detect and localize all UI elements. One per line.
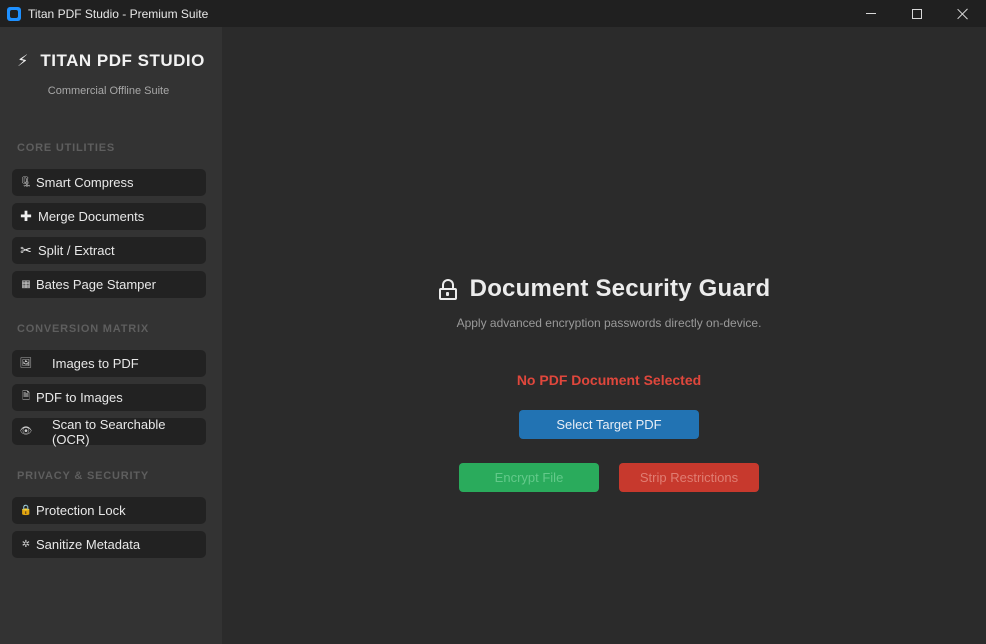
- plus-icon: ✚: [20, 208, 32, 224]
- compress-icon: 🗜: [19, 177, 33, 188]
- brand: ⚡ TITAN PDF STUDIO: [0, 51, 222, 71]
- section-core-utilities: CORE UTILITIES: [17, 142, 115, 154]
- maximize-icon: [912, 8, 922, 19]
- sidebar-item-label: Smart Compress: [36, 175, 134, 190]
- minimize-button[interactable]: [848, 0, 894, 27]
- close-icon: [957, 8, 969, 20]
- image-icon: 🖼: [19, 358, 33, 369]
- select-target-pdf-button[interactable]: Select Target PDF: [519, 410, 699, 439]
- sidebar-item-pdf-to-images[interactable]: 🗎 PDF to Images: [12, 384, 206, 411]
- sidebar-item-merge-documents[interactable]: ✚ Merge Documents: [12, 203, 206, 230]
- sidebar-item-label: Sanitize Metadata: [36, 537, 141, 552]
- window-title: Titan PDF Studio - Premium Suite: [28, 6, 209, 21]
- section-conversion-matrix: CONVERSION MATRIX: [17, 323, 149, 335]
- close-button[interactable]: [940, 0, 986, 27]
- page-heading: Document Security Guard: [222, 275, 986, 303]
- minimize-icon: [866, 13, 876, 14]
- main-panel: Document Security Guard Apply advanced e…: [222, 27, 986, 644]
- sidebar-item-label: Bates Page Stamper: [36, 277, 156, 292]
- sidebar-item-protection-lock[interactable]: 🔒 Protection Lock: [12, 497, 206, 524]
- eye-icon: 👁: [19, 426, 33, 437]
- sidebar-item-label: Protection Lock: [36, 503, 126, 518]
- sidebar-item-bates-page-stamper[interactable]: ▦ Bates Page Stamper: [12, 271, 206, 298]
- window-controls: [848, 0, 986, 27]
- sidebar-item-split-extract[interactable]: ✂ Split / Extract: [12, 237, 206, 264]
- sidebar-item-label: Images to PDF: [52, 356, 139, 371]
- sidebar-item-label: Split / Extract: [38, 243, 115, 258]
- document-icon: 🗎: [21, 391, 31, 402]
- brand-subtitle: Commercial Offline Suite: [47, 85, 170, 97]
- sidebar-item-smart-compress[interactable]: 🗜 Smart Compress: [12, 169, 206, 196]
- sidebar-item-scan-ocr[interactable]: 👁 Scan to Searchable (OCR): [12, 416, 206, 447]
- sidebar-item-sanitize-metadata[interactable]: ✲ Sanitize Metadata: [12, 531, 206, 558]
- encrypt-file-button[interactable]: Encrypt File: [459, 463, 599, 492]
- section-privacy-security: PRIVACY & SECURITY: [17, 470, 149, 482]
- stamp-icon: ▦: [21, 279, 31, 290]
- sidebar: ⚡ TITAN PDF STUDIO Commercial Offline Su…: [0, 27, 222, 644]
- lightning-bolt-icon: ⚡: [17, 53, 29, 70]
- sidebar-item-label: PDF to Images: [36, 390, 123, 405]
- strip-restrictions-button[interactable]: Strip Restrictions: [619, 463, 759, 492]
- scissors-icon: ✂: [20, 242, 32, 258]
- status-message: No PDF Document Selected: [516, 372, 702, 388]
- padlock-icon: [438, 278, 458, 300]
- page-subtitle: Apply advanced encryption passwords dire…: [456, 316, 762, 330]
- sidebar-item-label: Scan to Searchable (OCR): [52, 416, 166, 447]
- app-logo-icon: [7, 6, 21, 21]
- sidebar-item-label: Merge Documents: [38, 209, 145, 224]
- sanitize-icon: ✲: [21, 539, 31, 550]
- sidebar-item-images-to-pdf[interactable]: 🖼 Images to PDF: [12, 350, 206, 377]
- title-bar: Titan PDF Studio - Premium Suite: [0, 0, 986, 27]
- lock-icon: 🔒: [19, 505, 33, 516]
- maximize-button[interactable]: [894, 0, 940, 27]
- page-title: Document Security Guard: [469, 275, 771, 302]
- brand-title: TITAN PDF STUDIO: [40, 51, 205, 70]
